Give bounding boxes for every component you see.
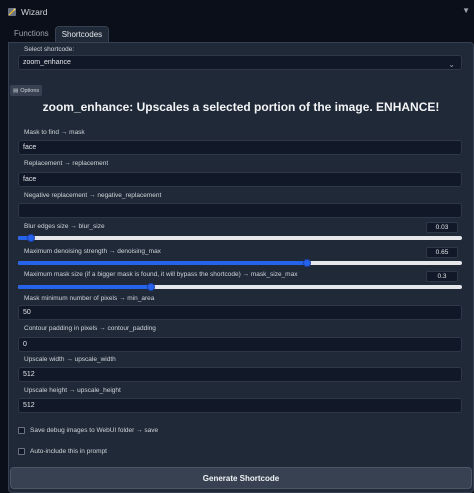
mask-label: Mask to find → mask [24, 129, 85, 136]
blur-size-label: Blur edges size → blur_size [24, 223, 105, 230]
options-icon: ▤ [13, 87, 19, 94]
replacement-input[interactable]: face [18, 172, 462, 187]
upscale-height-input[interactable]: 512 [18, 398, 462, 413]
mask-size-max-fill [18, 285, 152, 289]
generate-shortcode-button[interactable]: Generate Shortcode [10, 467, 472, 489]
upscale-width-label: Upscale width → upscale_width [24, 356, 116, 363]
wand-icon [7, 7, 17, 17]
blur-size-slider[interactable] [18, 234, 462, 242]
auto-include-label: Auto-include this in prompt [30, 448, 107, 455]
mask-size-max-slider[interactable] [18, 283, 462, 291]
select-shortcode-label: Select shortcode: [24, 46, 75, 53]
negative-replacement-input[interactable] [18, 203, 462, 218]
tab-shortcodes[interactable]: Shortcodes [54, 26, 110, 43]
mask-size-max-label: Maximum mask size (if a bigger mask is f… [24, 271, 298, 278]
mask-input[interactable]: face [18, 140, 462, 155]
denoising-max-thumb[interactable] [302, 259, 311, 267]
upscale-height-label: Upscale height → upscale_height [24, 387, 121, 394]
mask-size-max-value[interactable]: 0.3 [426, 271, 458, 282]
shortcode-select[interactable]: zoom_enhance ⌄ [18, 55, 462, 70]
tab-functions[interactable]: Functions [8, 26, 55, 43]
shortcode-heading: zoom_enhance: Upscales a selected portio… [42, 100, 440, 114]
shortcode-select-value: zoom_enhance [23, 59, 71, 66]
save-debug-checkbox[interactable] [18, 427, 25, 434]
min-area-input[interactable]: 50 [18, 305, 462, 320]
wizard-header[interactable]: Wizard ▼ [0, 0, 474, 24]
triangle-down-icon[interactable]: ▼ [462, 6, 470, 15]
tab-bar: Functions Shortcodes [8, 26, 110, 43]
auto-include-checkbox[interactable] [18, 448, 25, 455]
negative-replacement-label: Negative replacement → negative_replacem… [24, 192, 162, 199]
contour-padding-label: Contour padding in pixels → contour_padd… [24, 325, 156, 332]
wizard-title: Wizard [21, 7, 48, 17]
replacement-label: Replacement → replacement [24, 160, 109, 167]
denoising-max-slider[interactable] [18, 259, 462, 267]
chevron-down-icon: ⌄ [448, 60, 455, 69]
options-button[interactable]: ▤ Options [10, 85, 43, 96]
min-area-label: Mask minimum number of pixels → min_area [24, 295, 155, 302]
blur-size-value[interactable]: 0.03 [426, 222, 458, 233]
save-debug-label: Save debug images to WebUI folder → save [30, 427, 159, 434]
denoising-max-label: Maximum denoising strength → denoising_m… [24, 248, 161, 255]
denoising-max-value[interactable]: 0.65 [426, 247, 458, 258]
upscale-width-input[interactable]: 512 [18, 367, 462, 382]
denoising-max-fill [18, 261, 307, 265]
options-button-label: Options [20, 87, 40, 94]
contour-padding-input[interactable]: 0 [18, 337, 462, 352]
